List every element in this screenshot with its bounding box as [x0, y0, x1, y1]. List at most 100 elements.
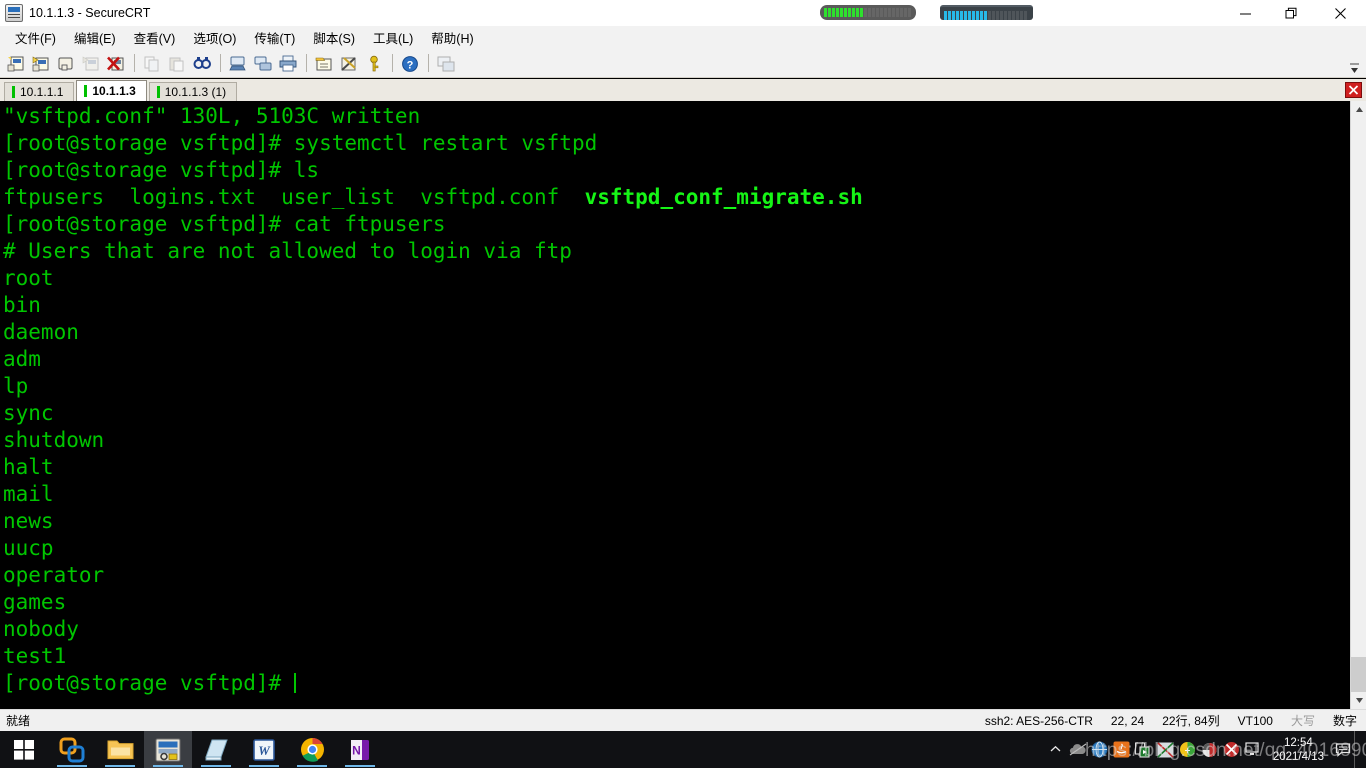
menu-help[interactable]: 帮助(H): [422, 25, 482, 50]
print-screen-icon[interactable]: [251, 52, 275, 75]
terminal-line: sync: [3, 400, 1350, 427]
terminal-line: # Users that are not allowed to login vi…: [3, 238, 1350, 265]
terminal-text: mail: [3, 482, 54, 506]
new-session-icon[interactable]: [4, 52, 28, 75]
taskbar-securecrt[interactable]: [144, 731, 192, 768]
antivirus-icon[interactable]: [1221, 731, 1243, 768]
terminal-line: news: [3, 508, 1350, 535]
scroll-up-button[interactable]: [1351, 101, 1366, 118]
menu-options[interactable]: 选项(O): [184, 25, 245, 50]
terminal-text: "vsftpd.conf" 130L, 5103C written: [3, 104, 421, 128]
disconnect-icon[interactable]: [104, 52, 128, 75]
print-icon[interactable]: [276, 52, 300, 75]
terminal-text: ftpusers logins.txt user_list vsftpd.con…: [3, 185, 585, 209]
terminal-text: adm: [3, 347, 41, 371]
key-icon[interactable]: [362, 52, 386, 75]
global-options-icon[interactable]: [337, 52, 361, 75]
taskbar: W N + 12:54 2021/4/13: [0, 731, 1366, 768]
terminal-line: games: [3, 589, 1350, 616]
tab-10-1-1-3-1[interactable]: 10.1.1.3 (1): [148, 82, 238, 101]
taskbar-vmware[interactable]: [48, 731, 96, 768]
terminal-line: daemon: [3, 319, 1350, 346]
window-title: 10.1.1.3 - SecureCRT: [29, 6, 151, 20]
copy-tool-icon[interactable]: [1133, 731, 1155, 768]
terminal-screen[interactable]: "vsftpd.conf" 130L, 5103C written [root@s…: [0, 101, 1350, 709]
scrollbar-thumb[interactable]: [1351, 657, 1366, 692]
menu-view[interactable]: 查看(V): [125, 25, 185, 50]
status-emulation: VT100: [1237, 713, 1273, 728]
status-cursor-position: 22, 24: [1110, 713, 1145, 728]
display-icon[interactable]: [1243, 731, 1265, 768]
taskbar-file-explorer[interactable]: [96, 731, 144, 768]
reconnect-icon[interactable]: [79, 52, 103, 75]
terminal-text: lp: [3, 374, 29, 398]
cpu-meter-gadget[interactable]: [820, 5, 916, 20]
toolbar-overflow-button[interactable]: [1349, 52, 1360, 75]
paste-icon[interactable]: [165, 52, 189, 75]
input-method-icon[interactable]: [1155, 731, 1177, 768]
terminal-line: adm: [3, 346, 1350, 373]
terminal-text: [root@storage vsftpd]# cat ftpusers: [3, 212, 446, 236]
menu-file[interactable]: 文件(F): [6, 25, 65, 50]
toolbar-separator: [134, 54, 135, 72]
tab-close-button[interactable]: [1345, 82, 1362, 98]
terminal-text: bin: [3, 293, 41, 317]
status-numlock: 数字: [1332, 714, 1357, 728]
help-icon[interactable]: ?: [398, 52, 422, 75]
terminal-text: uucp: [3, 536, 54, 560]
terminal-text: sync: [3, 401, 54, 425]
action-center-icon[interactable]: [1332, 731, 1354, 768]
menu-bar: 文件(F) 编辑(E) 查看(V) 选项(O) 传输(T) 脚本(S) 工具(L) 帮助(H): [0, 26, 1366, 49]
taskbar-word[interactable]: W: [240, 731, 288, 768]
tab-10-1-1-1[interactable]: 10.1.1.1: [4, 82, 75, 101]
terminal-scrollbar[interactable]: [1350, 101, 1366, 709]
terminal-line: [root@storage vsftpd]#: [3, 670, 1350, 697]
terminal-line: test1: [3, 643, 1350, 670]
connect-local-shell-icon[interactable]: [54, 52, 78, 75]
copy-icon[interactable]: [140, 52, 164, 75]
terminal-line: root: [3, 265, 1350, 292]
taskbar-notepad[interactable]: [192, 731, 240, 768]
menu-tools[interactable]: 工具(L): [364, 25, 422, 50]
volume-icon[interactable]: [1199, 731, 1221, 768]
start-button[interactable]: [0, 731, 48, 768]
find-icon[interactable]: [190, 52, 214, 75]
session-options-icon[interactable]: [312, 52, 336, 75]
memory-meter-gadget[interactable]: [940, 5, 1033, 20]
status-right-group: ssh2: AES-256-CTR 22, 24 22行, 84列 VT100 大写 数字: [976, 712, 1366, 729]
terminal-text: [root@storage vsftpd]# ls: [3, 158, 320, 182]
network-icon[interactable]: [1089, 731, 1111, 768]
toolbar-separator: [220, 54, 221, 72]
menu-script[interactable]: 脚本(S): [304, 25, 364, 50]
terminal-line: "vsftpd.conf" 130L, 5103C written: [3, 103, 1350, 130]
taskbar-clock[interactable]: 12:54 2021/4/13: [1265, 736, 1332, 764]
tab-10-1-1-3[interactable]: 10.1.1.3: [76, 80, 147, 101]
menu-edit[interactable]: 编辑(E): [65, 25, 125, 50]
connect-icon[interactable]: [29, 52, 53, 75]
terminal-text: nobody: [3, 617, 79, 641]
taskbar-chrome[interactable]: [288, 731, 336, 768]
terminal-text: daemon: [3, 320, 79, 344]
terminal-line: [root@storage vsftpd]# ls: [3, 157, 1350, 184]
close-button[interactable]: [1314, 0, 1366, 26]
toolbar: ?: [0, 49, 1366, 78]
scroll-down-button[interactable]: [1351, 692, 1366, 709]
show-hidden-icons-icon[interactable]: [1045, 731, 1067, 768]
terminal-line: uucp: [3, 535, 1350, 562]
terminal-text: [root@storage vsftpd]#: [3, 671, 294, 695]
terminal-cursor: [293, 673, 296, 693]
taskbar-onenote[interactable]: N: [336, 731, 384, 768]
security-icon[interactable]: +: [1177, 731, 1199, 768]
show-desktop-button[interactable]: [1354, 731, 1362, 768]
menu-transfer[interactable]: 传输(T): [245, 25, 304, 50]
minimize-button[interactable]: [1222, 0, 1268, 26]
tile-windows-icon[interactable]: [434, 52, 458, 75]
tab-connected-indicator: [84, 85, 88, 97]
restore-button[interactable]: [1268, 0, 1314, 26]
log-session-icon[interactable]: [226, 52, 250, 75]
toolbar-separator: [428, 54, 429, 72]
tab-label: 10.1.1.1: [20, 85, 64, 99]
java-icon[interactable]: [1111, 731, 1133, 768]
tab-connected-indicator: [12, 86, 15, 98]
onedrive-icon[interactable]: [1067, 731, 1089, 768]
